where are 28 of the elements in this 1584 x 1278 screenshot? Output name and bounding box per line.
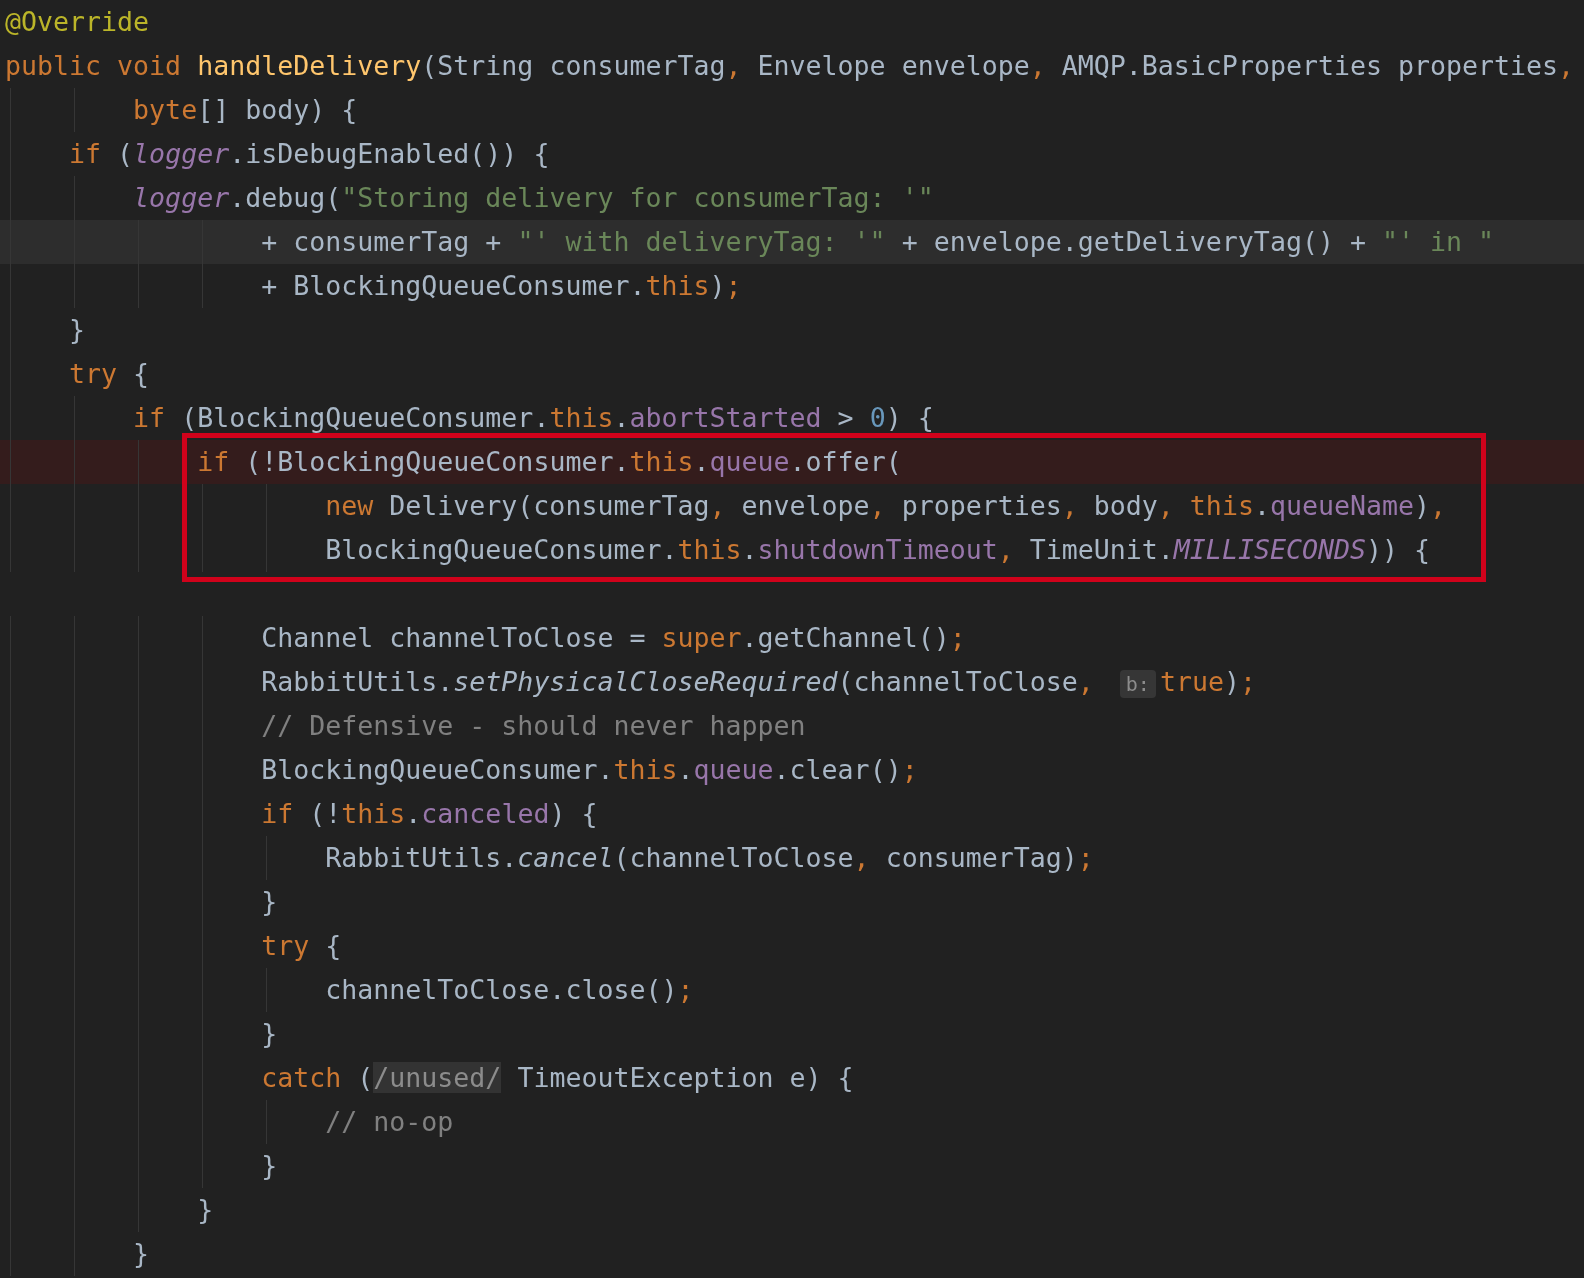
code-line: public void handleDelivery(String consumerTag, Envelope envelope, AMQP.BasicProperties properties, <box>5 50 1575 81</box>
code-line: @Override <box>5 6 150 37</box>
code-line: if (BlockingQueueConsumer.this.abortStarted > 0) { <box>133 402 934 433</box>
code-line: try { <box>69 358 150 389</box>
code-line: logger.debug("Storing delivery for consumerTag: '" <box>133 182 934 213</box>
code-line: + BlockingQueueConsumer.this); <box>261 270 742 301</box>
code-line: Channel channelToClose = super.getChannel(); <box>261 622 966 653</box>
code-comment: // Defensive - should never happen <box>261 710 806 741</box>
code-line: + consumerTag + "' with deliveryTag: '" + envelope.getDeliveryTag() + "' in " <box>261 226 1495 257</box>
code-line: channelToClose.close(); <box>325 974 694 1005</box>
code-line: if (logger.isDebugEnabled()) { <box>69 138 550 169</box>
code-line: new Delivery(consumerTag, envelope, properties, body, this.queueName), <box>325 490 1447 521</box>
code-line: if (!BlockingQueueConsumer.this.queue.offer( <box>197 446 902 477</box>
code-line: } <box>133 1238 150 1269</box>
code-line: BlockingQueueConsumer.this.queue.clear(); <box>261 754 918 785</box>
code-line: } <box>261 886 278 917</box>
code-line: RabbitUtils.setPhysicalCloseRequired(channelToClose, b: true); <box>261 666 1256 697</box>
code-line: } <box>261 1018 278 1049</box>
code-line: } <box>69 314 86 345</box>
code-line: try { <box>261 930 342 961</box>
code-line: BlockingQueueConsumer.this.shutdownTimeout, TimeUnit.MILLISECONDS)) { <box>325 534 1431 565</box>
code-line: } <box>197 1194 214 1225</box>
code-line: RabbitUtils.cancel(channelToClose, consumerTag); <box>325 842 1094 873</box>
code-line: if (!this.canceled) { <box>261 798 598 829</box>
code-line: catch (/unused/ TimeoutException e) { <box>261 1062 854 1093</box>
code-line: } <box>261 1150 278 1181</box>
code-comment: // no-op <box>325 1106 454 1137</box>
code-line: byte[] body) { <box>133 94 358 125</box>
